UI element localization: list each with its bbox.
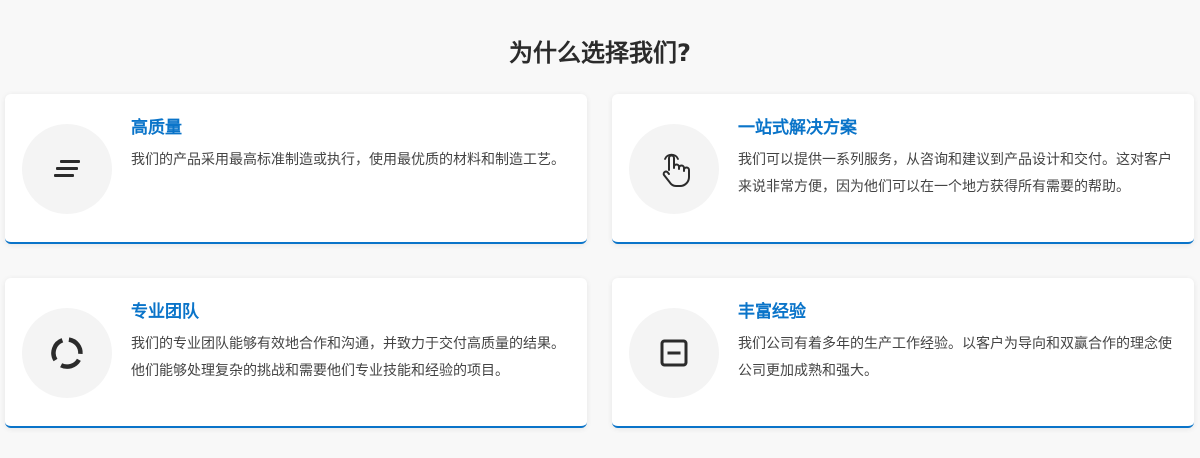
feature-icon-wrapper — [22, 124, 112, 214]
feature-card-one-stop: 一站式解决方案 我们可以提供一系列服务，从咨询和建议到产品设计和交付。这对客户来… — [612, 94, 1194, 244]
minus-square-icon — [660, 339, 688, 367]
align-lines-icon — [54, 160, 80, 177]
feature-card-experience: 丰富经验 我们公司有着多年的生产工作经验。以客户为导向和双赢合作的理念使公司更加… — [612, 278, 1194, 428]
section-title: 为什么选择我们? — [509, 39, 691, 67]
feature-card-quality: 高质量 我们的产品采用最高标准制造或执行，使用最优质的材料和制造工艺。 — [5, 94, 587, 244]
feature-description: 我们公司有着多年的生产工作经验。以客户为导向和双赢合作的理念使公司更加成熟和强大… — [738, 336, 1172, 379]
feature-description: 我们可以提供一系列服务，从咨询和建议到产品设计和交付。这对客户来说非常方便，因为… — [738, 152, 1172, 195]
feature-icon-wrapper — [629, 308, 719, 398]
feature-icon-wrapper — [629, 124, 719, 214]
feature-description: 我们的专业团队能够有效地合作和沟通，并致力于交付高质量的结果。他们能够处理复杂的… — [131, 336, 565, 379]
feature-icon-wrapper — [22, 308, 112, 398]
feature-card-team: 专业团队 我们的专业团队能够有效地合作和沟通，并致力于交付高质量的结果。他们能够… — [5, 278, 587, 428]
feature-title: 一站式解决方案 — [738, 118, 857, 138]
hand-pointer-icon — [662, 153, 690, 187]
feature-title: 丰富经验 — [738, 302, 806, 322]
feature-title: 专业团队 — [131, 302, 199, 322]
feature-title: 高质量 — [131, 118, 182, 138]
circle-segments-icon — [51, 337, 83, 369]
feature-description: 我们的产品采用最高标准制造或执行，使用最优质的材料和制造工艺。 — [131, 152, 565, 168]
